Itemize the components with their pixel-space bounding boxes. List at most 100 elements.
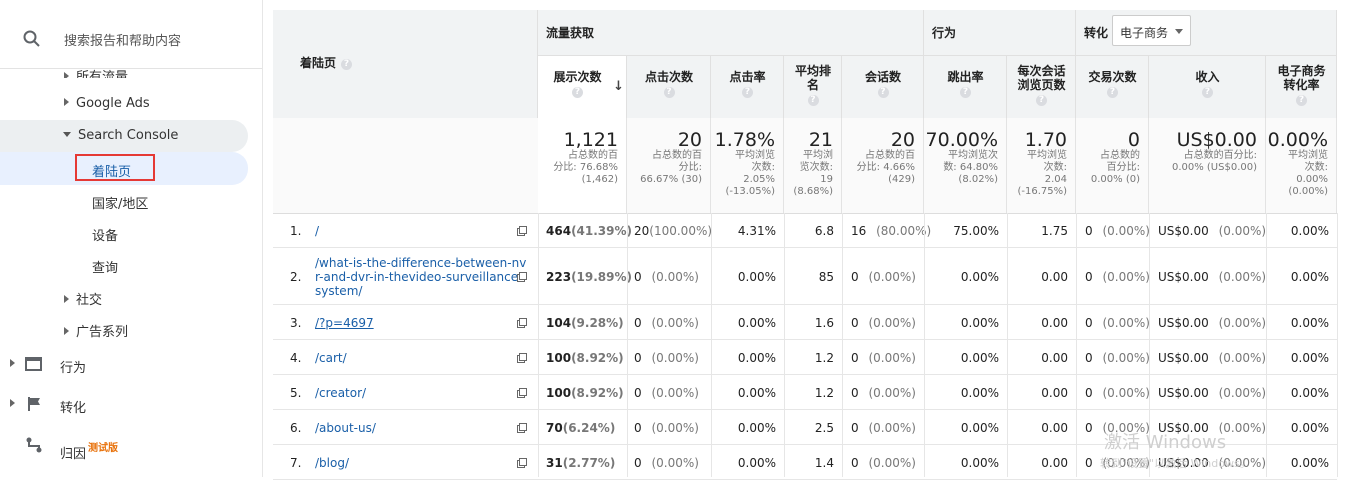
help-icon[interactable]: ? xyxy=(341,59,353,70)
help-icon[interactable]: ? xyxy=(960,87,971,98)
column-header-bounce-rate[interactable]: 跳出率? xyxy=(924,56,1007,118)
help-icon[interactable]: ? xyxy=(1107,87,1118,98)
cell-pages-per-session: 0.00 xyxy=(1007,316,1068,330)
sidebar-item-query[interactable]: 查询 xyxy=(92,257,118,276)
landing-page-link[interactable]: /what-is-the-difference-between-nv r-and-… xyxy=(315,256,526,298)
landing-page-link-line: r-and-dvr-in-thevideo-surveillance- xyxy=(315,269,523,284)
open-external-icon[interactable] xyxy=(517,225,527,236)
cell-revenue: US$0.00 (0.00%) xyxy=(1158,316,1266,330)
group-behavior: 行为 xyxy=(924,10,1076,56)
total-subtext: 平均浏 xyxy=(803,150,833,161)
column-header-impressions[interactable]: ↓ 展示次数? xyxy=(538,56,627,118)
cell-transactions: 0 (0.00%) xyxy=(1085,351,1150,365)
sidebar-item-google-ads[interactable]: Google Ads xyxy=(64,96,150,111)
cell-pages-per-session: 0.00 xyxy=(1007,386,1068,400)
cell-bounce-rate: 0.00% xyxy=(924,351,999,365)
cell-value: 0.00% xyxy=(960,455,999,470)
sidebar-item-conversions-label[interactable]: 转化 xyxy=(60,397,86,416)
sidebar-item-landing-page[interactable]: 着陆页 xyxy=(92,161,131,180)
landing-page-link[interactable]: /?p=4697 xyxy=(315,316,374,330)
open-external-icon[interactable] xyxy=(517,317,527,328)
landing-page-header[interactable]: 着陆页? xyxy=(273,10,538,118)
total-subtext: 百分比: xyxy=(1106,162,1140,173)
help-icon[interactable]: ? xyxy=(742,87,753,98)
column-divider xyxy=(1337,213,1338,477)
row-index: 3. xyxy=(290,315,302,330)
open-external-icon[interactable] xyxy=(517,457,527,468)
sidebar-item-social[interactable]: 社交 xyxy=(64,289,102,308)
cell-value: 0 xyxy=(851,420,859,435)
column-header-sessions[interactable]: 会话数? xyxy=(842,56,924,118)
cell-percentage: (0.00%) xyxy=(647,315,699,330)
column-header-label: 电子商务 转化率? xyxy=(1266,64,1337,106)
sidebar-item-behavior[interactable] xyxy=(10,357,22,372)
total-subtext: 占总数的百 xyxy=(865,150,915,161)
sidebar-item-campaigns[interactable]: 广告系列 xyxy=(64,321,128,340)
total-subtext: 2.05% xyxy=(743,174,775,185)
column-header-text: 名 xyxy=(806,78,819,92)
sidebar-item-behavior-label[interactable]: 行为 xyxy=(60,357,86,376)
chevron-right-icon xyxy=(10,359,15,367)
cell-percentage: (0.00%) xyxy=(864,385,916,400)
sidebar-item-conversions[interactable] xyxy=(10,397,22,412)
conversion-type-select[interactable]: 电子商务 xyxy=(1112,15,1191,46)
help-icon[interactable]: ? xyxy=(1202,87,1213,98)
landing-page-link[interactable]: /blog/ xyxy=(315,456,349,470)
cell-percentage: (0.00%) xyxy=(647,385,699,400)
column-header-label: 会话数? xyxy=(842,70,924,98)
sidebar: 搜索报告和帮助内容 所有流量 Google Ads Search Console… xyxy=(0,0,263,477)
sidebar-item-device[interactable]: 设备 xyxy=(92,225,118,244)
total-value: 1.70 xyxy=(1024,129,1067,151)
cell-bounce-rate: 75.00% xyxy=(924,224,999,238)
column-header-pages-per-session[interactable]: 每次会话 浏览页数? xyxy=(1007,56,1076,118)
cell-ecommerce-conversion-rate: 0.00% xyxy=(1266,456,1329,470)
help-icon[interactable]: ? xyxy=(572,87,583,98)
landing-page-link[interactable]: / xyxy=(315,224,319,238)
sidebar-item-country[interactable]: 国家/地区 xyxy=(92,193,148,212)
cell-ecommerce-conversion-rate: 0.00% xyxy=(1266,316,1329,330)
landing-page-link[interactable]: /cart/ xyxy=(315,351,347,365)
row-index: 4. xyxy=(290,350,302,365)
chevron-right-icon xyxy=(64,295,69,303)
open-external-icon[interactable] xyxy=(517,422,527,433)
column-header-ctr[interactable]: 点击率? xyxy=(711,56,784,118)
cell-ecommerce-conversion-rate: 0.00% xyxy=(1266,386,1329,400)
landing-page-link-line: /what-is-the-difference-between-nv xyxy=(315,255,527,270)
total-subtext: 数: 64.80% xyxy=(943,162,998,173)
cell-ctr: 0.00% xyxy=(711,386,776,400)
open-external-icon[interactable] xyxy=(517,352,527,363)
cell-sessions: 0 (0.00%) xyxy=(851,456,916,470)
total-subtext: (-13.05%) xyxy=(725,186,775,197)
sidebar-item-attribution[interactable]: 归因 测试版 xyxy=(60,439,118,462)
cell-value: 31 xyxy=(546,455,563,470)
cell-value: 4.31% xyxy=(737,223,776,238)
row-index: 7. xyxy=(290,455,302,470)
column-header-transactions[interactable]: 交易次数? xyxy=(1076,56,1149,118)
help-icon[interactable]: ? xyxy=(877,87,889,98)
chevron-down-icon xyxy=(1175,29,1183,34)
cell-value: 0.00% xyxy=(960,420,999,435)
search-box[interactable]: 搜索报告和帮助内容 xyxy=(0,12,262,60)
help-icon[interactable]: ? xyxy=(1296,95,1307,106)
cell-percentage: (100.00%) xyxy=(649,223,713,238)
open-external-icon[interactable] xyxy=(517,387,527,398)
help-icon[interactable]: ? xyxy=(807,95,819,106)
column-header-ecommerce-conversion-rate[interactable]: 电子商务 转化率? xyxy=(1266,56,1337,118)
open-external-icon[interactable] xyxy=(517,271,527,282)
help-icon[interactable]: ? xyxy=(1036,95,1047,106)
total-subtext: 0.00% xyxy=(1296,174,1328,185)
landing-page-link[interactable]: /creator/ xyxy=(315,386,366,400)
column-header-text: 电子商务 xyxy=(1277,64,1326,78)
cell-transactions: 0 (0.00%) xyxy=(1085,270,1150,284)
total-subtext: 分比: 76.68% xyxy=(553,162,618,173)
help-icon-wrap: ? xyxy=(1007,92,1076,106)
sidebar-item-all-traffic[interactable]: 所有流量 xyxy=(64,66,128,78)
column-header-avg-position[interactable]: 平均排名? xyxy=(784,56,842,118)
cell-value: US$0.00 xyxy=(1158,350,1209,365)
column-header-revenue[interactable]: 收入? xyxy=(1149,56,1266,118)
column-header-clicks[interactable]: 点击次数? xyxy=(627,56,711,118)
sidebar-item-search-console[interactable]: Search Console xyxy=(63,128,178,143)
total-subtext: 平均浏览 xyxy=(735,150,775,161)
help-icon[interactable]: ? xyxy=(663,87,675,98)
landing-page-link[interactable]: /about-us/ xyxy=(315,421,376,435)
